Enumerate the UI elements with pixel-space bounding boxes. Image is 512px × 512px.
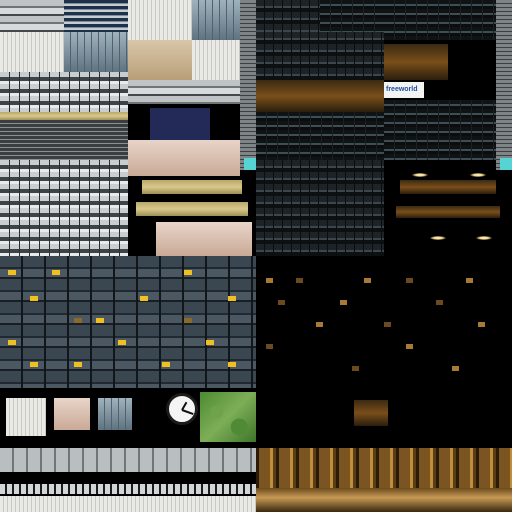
- window-tile-teal: [98, 398, 132, 430]
- lit-window: [8, 270, 16, 275]
- night-window: [352, 366, 359, 371]
- lit-window: [74, 362, 82, 367]
- night-warm-panel: [256, 80, 384, 112]
- gold-base-strip: [256, 488, 512, 512]
- night-panel-b: [384, 100, 496, 160]
- night-window: [278, 300, 285, 305]
- lit-window: [228, 296, 236, 301]
- window-tile-grey: [6, 398, 46, 436]
- facade-white-panel: [128, 0, 192, 40]
- night-window: [406, 278, 413, 283]
- gold-arch-strip: [256, 448, 512, 488]
- night-window: [316, 322, 323, 327]
- facade-sign-band-2: [136, 202, 248, 216]
- logo-panel: freeworld: [384, 82, 424, 98]
- night-door-tile: [354, 400, 388, 426]
- facade-tan-panel: [128, 40, 192, 80]
- teal-marker: [244, 158, 256, 170]
- night-window: [452, 366, 459, 371]
- night-window: [296, 278, 303, 283]
- grass-texture: [200, 392, 256, 442]
- teal-marker-night: [500, 158, 512, 170]
- lit-window: [30, 296, 38, 301]
- night-gold-panel: [384, 44, 448, 80]
- window-tile-pink: [54, 398, 90, 430]
- office-grid-night: [256, 256, 512, 388]
- facade-navy-window: [150, 108, 210, 140]
- lit-window: [52, 270, 60, 275]
- night-facade-grid: [256, 0, 320, 32]
- facade-office-windows: [0, 160, 128, 256]
- facade-grey-rows: [128, 80, 240, 104]
- night-window: [364, 278, 371, 283]
- night-window: [340, 300, 347, 305]
- dim-window: [184, 318, 192, 323]
- night-dark-band: [256, 112, 384, 160]
- lamp-light: [430, 236, 446, 240]
- facade-concrete: [0, 32, 64, 72]
- lit-window: [162, 362, 170, 367]
- facade-yellow-band: [0, 112, 128, 120]
- logo-text: freeworld: [386, 86, 418, 93]
- lit-window: [96, 318, 104, 323]
- lit-window: [118, 340, 126, 345]
- lit-window: [228, 362, 236, 367]
- night-sign-band-2: [396, 206, 500, 218]
- office-grid-lit: [0, 256, 256, 388]
- lit-window: [140, 296, 148, 301]
- lit-window: [8, 340, 16, 345]
- facade-grey-bands: [0, 0, 64, 32]
- clock-minute-hand: [181, 409, 194, 416]
- elevator-strip: [240, 0, 256, 170]
- texture-atlas: freeworld: [0, 0, 512, 512]
- night-window: [436, 300, 443, 305]
- facade-light-panel: [192, 40, 240, 80]
- facade-storefront: [156, 222, 252, 256]
- ledge-strip: [0, 496, 256, 512]
- night-window: [406, 344, 413, 349]
- facade-sign-band: [142, 180, 242, 194]
- lamp-light: [470, 173, 486, 177]
- lamp-light: [476, 236, 492, 240]
- facade-dark-band: [0, 120, 128, 160]
- facade-small-glass: [192, 0, 240, 40]
- night-facade-rows: [256, 32, 384, 80]
- elevator-strip-night: [496, 0, 512, 170]
- night-office-windows: [256, 160, 384, 256]
- night-window: [478, 322, 485, 327]
- dim-window: [74, 318, 82, 323]
- night-window: [466, 278, 473, 283]
- railing-dark: [0, 484, 256, 494]
- clock-icon: [166, 393, 198, 425]
- facade-glass: [64, 32, 128, 72]
- night-window: [384, 322, 391, 327]
- facade-blue-strip: [64, 0, 128, 32]
- lamp-light: [412, 173, 428, 177]
- lit-window: [206, 340, 214, 345]
- railing-strip: [0, 448, 256, 472]
- lit-window: [184, 270, 192, 275]
- night-window: [266, 278, 273, 283]
- facade-pink-wall: [128, 140, 240, 176]
- night-panel-a: [384, 0, 496, 40]
- night-sign-band: [400, 180, 496, 194]
- night-window: [266, 344, 273, 349]
- night-facade-blue: [320, 0, 384, 32]
- lit-window: [30, 362, 38, 367]
